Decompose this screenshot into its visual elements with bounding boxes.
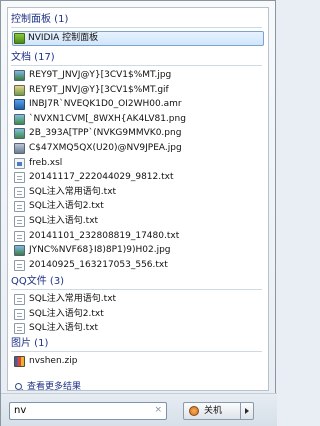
section-title-text: 图片 (1)	[11, 338, 49, 349]
result-label: 20141117_222044029_9812.txt	[29, 172, 174, 183]
result-label: SQL注入语句.txt	[29, 323, 99, 334]
chevron-right-icon	[245, 408, 249, 414]
text-file-icon	[14, 201, 25, 213]
image-icon	[14, 128, 25, 140]
result-item-document[interactable]: REY9T_JNVJ@Y}[3CV1$%MT.jpg	[8, 68, 268, 83]
result-label: freb.xsl	[29, 157, 63, 168]
audio-icon	[14, 99, 25, 111]
result-label: 20140925_163217053_556.txt	[29, 259, 168, 270]
search-input-value: nv	[14, 405, 27, 416]
start-menu-bottom-bar: nv × 关机	[1, 393, 277, 426]
image-icon	[14, 245, 25, 257]
section-title-text: 控制面板 (1)	[11, 14, 69, 25]
section-pictures: 图片 (1) nvshen.zip	[8, 336, 268, 369]
result-item-qq-file[interactable]: SQL注入语句2.txt	[8, 307, 268, 322]
text-file-icon	[14, 308, 25, 320]
result-item-document[interactable]: 20140925_163217053_556.txt	[8, 258, 268, 273]
gif-icon	[14, 84, 25, 96]
image-icon	[14, 113, 25, 125]
result-label: REY9T_JNVJ@Y}[3CV1$%MT.jpg	[29, 70, 172, 80]
section-divider	[11, 289, 262, 290]
section-documents: 文档 (17) REY9T_JNVJ@Y}[3CV1$%MT.jpg REY9T…	[8, 50, 268, 272]
section-title-text: QQ文件 (3)	[11, 276, 65, 287]
shutdown-options-button[interactable]	[240, 402, 254, 420]
result-item-document[interactable]: 20141101_232808819_17480.txt	[8, 229, 268, 244]
section-divider	[11, 65, 262, 66]
see-more-results-link[interactable]: 查看更多结果	[8, 380, 82, 391]
section-divider	[11, 27, 262, 28]
section-qq-files: QQ文件 (3) SQL注入常用语句.txt SQL注入语句2.txt SQL注…	[8, 274, 268, 336]
clear-search-icon[interactable]: ×	[154, 403, 162, 419]
image-icon	[14, 70, 25, 81]
shutdown-label: 关机	[204, 406, 223, 416]
result-label: nvshen.zip	[29, 356, 78, 366]
result-label: SQL注入常用语句.txt	[29, 186, 117, 197]
shutdown-button[interactable]: 关机	[183, 402, 241, 420]
result-item-qq-file[interactable]: SQL注入语句.txt	[8, 321, 268, 336]
section-title-qq-files: QQ文件 (3)	[8, 274, 268, 290]
result-label: INBJ7R`NVEQK1D0_OI2WH00.amr	[29, 99, 182, 110]
result-label: SQL注入语句.txt	[29, 215, 99, 226]
search-icon	[15, 383, 22, 390]
zip-icon	[14, 356, 25, 367]
result-label: 20141101_232808819_17480.txt	[29, 230, 180, 241]
power-icon	[189, 406, 199, 416]
search-results-panel: 控制面板 (1) NVIDIA 控制面板 文档 (17) REY9T_JNVJ@…	[7, 7, 269, 391]
result-label: JYNC%NVF68}I8)8P1)9)H02.jpg	[29, 245, 171, 256]
result-item-document[interactable]: JYNC%NVF68}I8)8P1)9)H02.jpg	[8, 243, 268, 258]
text-file-icon	[14, 294, 25, 305]
result-label: SQL注入语句2.txt	[29, 308, 104, 319]
nvidia-icon	[14, 33, 25, 44]
result-item-nvidia-control-panel[interactable]: NVIDIA 控制面板	[12, 31, 264, 46]
text-file-icon	[14, 323, 25, 335]
text-file-icon	[14, 215, 25, 227]
result-item-document[interactable]: C$47XMQ5QX(U20)@NV9JPEA.jpg	[8, 141, 268, 156]
text-file-icon	[14, 230, 25, 242]
xsl-icon	[14, 157, 25, 169]
result-item-document[interactable]: 20141117_222044029_9812.txt	[8, 170, 268, 185]
result-item-document[interactable]: SQL注入语句.txt	[8, 214, 268, 229]
result-item-document[interactable]: INBJ7R`NVEQK1D0_OI2WH00.amr	[8, 97, 268, 112]
search-input[interactable]: nv ×	[9, 402, 167, 420]
section-title-documents: 文档 (17)	[8, 50, 268, 66]
result-item-document[interactable]: SQL注入语句2.txt	[8, 199, 268, 214]
result-item-document[interactable]: `NVXN1CVM[_8WXH{AK4LV81.png	[8, 112, 268, 127]
result-label: C$47XMQ5QX(U20)@NV9JPEA.jpg	[29, 142, 182, 153]
text-file-icon	[14, 172, 25, 184]
section-control-panel: 控制面板 (1) NVIDIA 控制面板	[8, 12, 268, 46]
section-title-text: 文档 (17)	[11, 52, 55, 63]
result-label: 2B_393A[TPP`(NVKG9MMVK0.png	[29, 128, 182, 139]
result-item-document[interactable]: SQL注入常用语句.txt	[8, 185, 268, 200]
result-item-document[interactable]: REY9T_JNVJ@Y}[3CV1$%MT.gif	[8, 83, 268, 98]
section-title-control-panel: 控制面板 (1)	[8, 12, 268, 28]
result-item-document[interactable]: freb.xsl	[8, 156, 268, 171]
result-item-picture[interactable]: nvshen.zip	[8, 354, 268, 369]
result-label: SQL注入常用语句.txt	[29, 294, 117, 304]
result-label: REY9T_JNVJ@Y}[3CV1$%MT.gif	[29, 84, 169, 95]
result-label: SQL注入语句2.txt	[29, 201, 104, 212]
result-item-document[interactable]: 2B_393A[TPP`(NVKG9MMVK0.png	[8, 126, 268, 141]
text-file-icon	[14, 186, 25, 198]
result-label: NVIDIA 控制面板	[28, 33, 99, 43]
see-more-label: 查看更多结果	[27, 382, 82, 391]
result-item-qq-file[interactable]: SQL注入常用语句.txt	[8, 292, 268, 307]
section-title-pictures: 图片 (1)	[8, 336, 268, 352]
result-label: `NVXN1CVM[_8WXH{AK4LV81.png	[29, 113, 186, 124]
image-icon	[14, 142, 25, 154]
text-file-icon	[14, 259, 25, 271]
start-menu: 控制面板 (1) NVIDIA 控制面板 文档 (17) REY9T_JNVJ@…	[0, 0, 277, 426]
section-divider	[11, 351, 262, 352]
